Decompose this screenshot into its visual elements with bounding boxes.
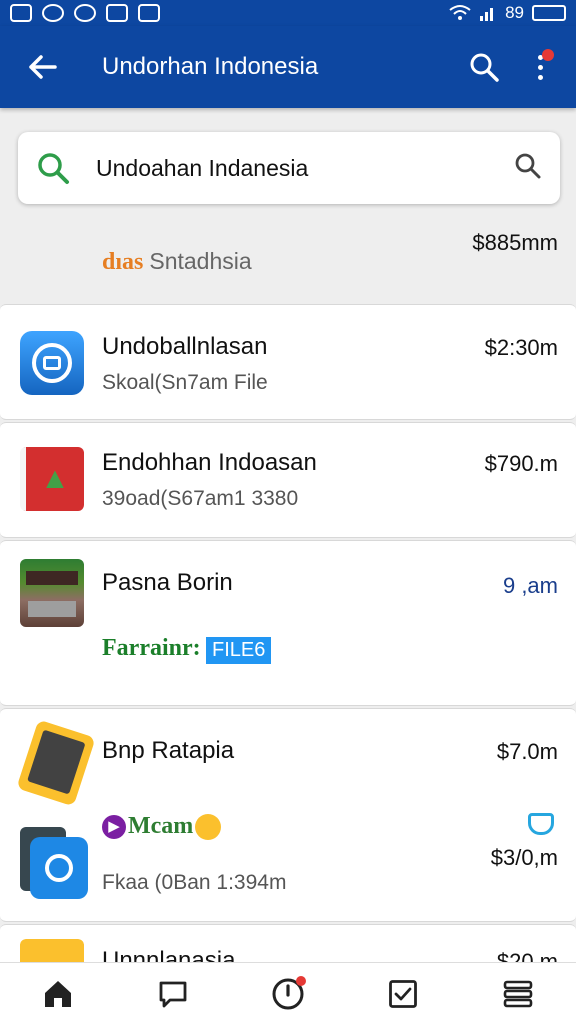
bottom-navigation bbox=[0, 962, 576, 1024]
item-title: Undoballnlasan bbox=[102, 333, 268, 360]
home-icon bbox=[44, 980, 71, 1007]
message-icon bbox=[138, 4, 160, 22]
search-input[interactable]: Undoahan Indanesia bbox=[96, 155, 308, 182]
search-icon bbox=[470, 53, 499, 82]
checkbox-icon bbox=[389, 979, 418, 1008]
item-title: Pasna Borin bbox=[102, 569, 233, 596]
item-title: Bnp Ratapia bbox=[102, 737, 235, 764]
promo-text: Mcam bbox=[128, 813, 194, 839]
chat-bubble-icon bbox=[159, 981, 187, 1007]
item-price: $790.m bbox=[484, 451, 558, 476]
search-icon bbox=[38, 153, 69, 184]
leaf-icon bbox=[195, 813, 222, 840]
system-icons: 89 bbox=[449, 3, 566, 23]
results-summary: dıas Sntadhsia $885mm bbox=[0, 216, 576, 304]
item-price: $7.0m bbox=[496, 739, 558, 764]
overflow-menu-icon bbox=[537, 54, 543, 80]
filter-label: Farrainr: bbox=[102, 635, 201, 661]
signal-icon bbox=[480, 8, 494, 21]
list-item[interactable]: Pasna Borin 9 ,am Farrainr: FILE6 bbox=[0, 540, 576, 706]
item-price: $2:30m bbox=[484, 335, 558, 360]
promo-label: ▶ Mcam bbox=[102, 813, 222, 840]
back-button[interactable] bbox=[12, 37, 72, 97]
battery-icon bbox=[532, 5, 566, 21]
arrow-left-icon bbox=[29, 55, 57, 79]
item-subtitle: Fkaa (0Ban 1:394m bbox=[102, 871, 287, 894]
notification-badge bbox=[542, 49, 554, 61]
item-price-secondary: $3/0,m bbox=[490, 845, 558, 870]
summary-price: $885mm bbox=[472, 230, 558, 255]
refresh-icon bbox=[42, 4, 64, 22]
play-icon: ▶ bbox=[102, 814, 126, 839]
list-item[interactable]: Bnp Ratapia $7.0m ▶ Mcam $3/0,m Fkaa (0B… bbox=[0, 708, 576, 922]
wifi-icon bbox=[449, 5, 471, 20]
nav-messages[interactable] bbox=[145, 966, 201, 1022]
sync-icon bbox=[74, 4, 96, 22]
stack-menu-icon bbox=[504, 980, 533, 1007]
mask-icon[interactable] bbox=[528, 813, 554, 835]
brand-logo: dıas bbox=[102, 249, 144, 275]
item-subtitle: Skoal(Sn7am File bbox=[102, 371, 268, 394]
item-time: 9 ,am bbox=[502, 573, 558, 598]
nav-timer[interactable] bbox=[260, 966, 316, 1022]
page-title: Undorhan Indonesia bbox=[102, 53, 319, 80]
notification-badge bbox=[295, 975, 306, 986]
status-bar: 89 bbox=[0, 0, 576, 26]
mail-icon bbox=[10, 4, 32, 22]
app-bar-search-button[interactable] bbox=[456, 39, 512, 95]
nav-menu[interactable] bbox=[490, 966, 546, 1022]
photo-thumbnail-icon bbox=[20, 559, 84, 627]
search-bar[interactable]: Undoahan Indanesia bbox=[18, 132, 560, 204]
tablet-app-icon bbox=[30, 837, 88, 899]
list-item[interactable]: Undoballnlasan Skoal(Sn7am File $2:30m bbox=[0, 304, 576, 420]
list-item[interactable]: ▲ Endohhan Indoasan 39oad(S67am1 3380 $7… bbox=[0, 422, 576, 538]
file-badge[interactable]: FILE6 bbox=[206, 637, 272, 664]
overflow-menu-button[interactable] bbox=[512, 39, 568, 95]
summary-text: Sntadhsia bbox=[149, 248, 252, 274]
search-submit-button[interactable] bbox=[514, 152, 542, 185]
item-subtitle: 39oad(S67am1 3380 bbox=[102, 487, 299, 510]
notification-icons bbox=[10, 4, 160, 22]
app-store-icon bbox=[20, 331, 84, 395]
app-bar: Undorhan Indonesia bbox=[0, 26, 576, 108]
search-icon bbox=[515, 153, 541, 178]
summary-label: dıas Sntadhsia bbox=[102, 248, 252, 276]
item-title: Endohhan Indoasan bbox=[102, 449, 317, 476]
phone-thumbnail-icon bbox=[16, 719, 96, 807]
book-cover-icon: ▲ bbox=[20, 447, 84, 511]
nav-home[interactable] bbox=[30, 966, 86, 1022]
signal-text: 89 bbox=[505, 3, 524, 22]
news-icon bbox=[106, 4, 128, 22]
nav-tasks[interactable] bbox=[375, 966, 431, 1022]
